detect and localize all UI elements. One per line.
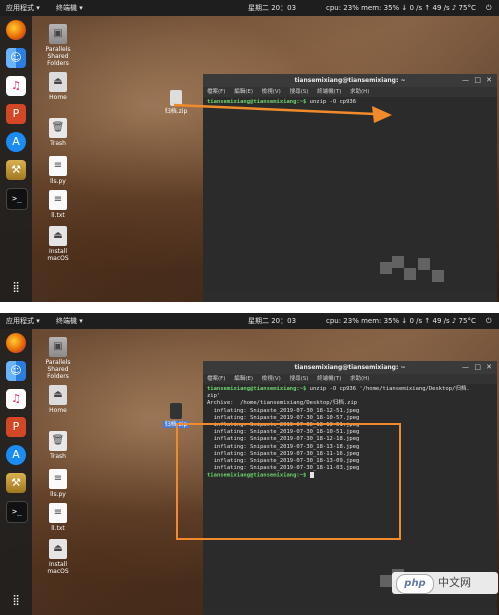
desktop-item-label: ll.txt bbox=[51, 525, 65, 532]
redaction-block bbox=[380, 575, 392, 587]
desktop-item-label: lls.py bbox=[50, 491, 66, 498]
menu-terminal[interactable]: 終端機(T) bbox=[317, 376, 341, 382]
terminal-titlebar[interactable]: tiansemixiang@tiansemixiang: ~ — □ ✕ bbox=[203, 361, 497, 374]
terminal-line: Archive: /home/tiansemixiang/Desktop/归档.… bbox=[207, 400, 358, 407]
terminal-app-menu[interactable]: 终端機 ▾ bbox=[56, 313, 83, 329]
desktop-item-label: Install macOS bbox=[47, 561, 69, 575]
finder-icon[interactable]: ☺ bbox=[6, 361, 26, 381]
desktop-file-txt[interactable]: ≡ ll.txt bbox=[38, 503, 78, 532]
desktop-home[interactable]: ⏏ Home bbox=[38, 385, 78, 414]
highlight-rectangle bbox=[176, 423, 401, 540]
folder-icon: ▣ bbox=[49, 337, 67, 357]
php-cn-watermark: php 中文网 bbox=[392, 572, 498, 594]
terminal-title: tiansemixiang@tiansemixiang: ~ bbox=[294, 364, 406, 371]
power-icon[interactable]: ⏻ bbox=[486, 313, 492, 329]
minimize-icon[interactable]: — bbox=[462, 361, 469, 374]
file-icon: ≡ bbox=[49, 503, 67, 523]
close-icon[interactable]: ✕ bbox=[486, 361, 492, 374]
menu-edit[interactable]: 編輯(E) bbox=[234, 376, 253, 382]
menu-view[interactable]: 檢視(V) bbox=[262, 376, 281, 382]
arrow-head bbox=[372, 106, 392, 123]
trash-icon: 🗑 bbox=[49, 431, 67, 451]
firefox-icon[interactable] bbox=[6, 333, 26, 353]
desktop-item-label: Parallels Shared Folders bbox=[45, 359, 71, 380]
screenshot-top: 应用程式 ▾ 终端機 ▾ 星期二 20：03 cpu: 23% mem: 35%… bbox=[0, 0, 499, 302]
redaction-block bbox=[380, 262, 392, 274]
dock: ☺ ♫ P A ⚒ >_ ⣿ bbox=[0, 329, 32, 615]
file-icon: ≡ bbox=[49, 469, 67, 489]
show-apps-grid-icon[interactable]: ⣿ bbox=[6, 591, 26, 611]
system-stats: cpu: 23% mem: 35% ↓ 0 /s ↑ 49 /s ♪ 75°C bbox=[326, 317, 476, 325]
installer-icon: ⏏ bbox=[49, 539, 67, 559]
php-logo: php bbox=[396, 574, 434, 594]
desktop-item-label: Home bbox=[49, 407, 67, 414]
desktop-item-label: Trash bbox=[50, 453, 66, 460]
maximize-icon[interactable]: □ bbox=[474, 361, 481, 374]
utilities-icon[interactable]: ⚒ bbox=[6, 473, 26, 493]
menu-file[interactable]: 檔案(F) bbox=[207, 376, 225, 382]
terminal-line: tiansemixiang@tiansemixiang:~$ unzip -O … bbox=[207, 386, 470, 392]
menu-help[interactable]: 求助(H) bbox=[350, 376, 369, 382]
screenshot-bottom: 应用程式 ▾ 终端機 ▾ 星期二 20：03 cpu: 23% mem: 35%… bbox=[0, 313, 499, 615]
desktop-trash[interactable]: 🗑 Trash bbox=[38, 431, 78, 460]
top-bar: 应用程式 ▾ 终端機 ▾ 星期二 20：03 cpu: 23% mem: 35%… bbox=[0, 313, 499, 329]
desktop-file-py[interactable]: ≡ lls.py bbox=[38, 469, 78, 498]
arrow-shaft bbox=[173, 103, 376, 116]
home-drive-icon: ⏏ bbox=[49, 385, 67, 405]
music-icon[interactable]: ♫ bbox=[6, 389, 26, 409]
clock[interactable]: 星期二 20：03 bbox=[248, 313, 296, 329]
redaction-block bbox=[432, 270, 444, 282]
powerpoint-icon[interactable]: P bbox=[6, 417, 26, 437]
watermark-text: 中文网 bbox=[438, 576, 471, 589]
terminal-line: inflating: Snipaste_2019-07-30_18-12-51.… bbox=[207, 407, 360, 414]
menu-search[interactable]: 搜尋(S) bbox=[290, 376, 309, 382]
terminal-menubar: 檔案(F) 編輯(E) 檢視(V) 搜尋(S) 終端機(T) 求助(H) bbox=[203, 374, 497, 384]
zip-file-icon bbox=[170, 403, 182, 419]
desktop-shared-folders[interactable]: ▣ Parallels Shared Folders bbox=[38, 337, 78, 380]
redaction-block bbox=[404, 268, 416, 280]
terminal-line: inflating: Snipaste_2019-07-30_18-10-57.… bbox=[207, 414, 360, 421]
redaction-block bbox=[418, 258, 430, 270]
redaction-block bbox=[392, 256, 404, 268]
annotation-arrow bbox=[173, 103, 392, 123]
desktop-install-macos[interactable]: ⏏ Install macOS bbox=[38, 539, 78, 575]
app-store-icon[interactable]: A bbox=[6, 445, 26, 465]
applications-menu[interactable]: 应用程式 ▾ bbox=[6, 313, 40, 329]
terminal-icon[interactable]: >_ bbox=[6, 501, 28, 523]
